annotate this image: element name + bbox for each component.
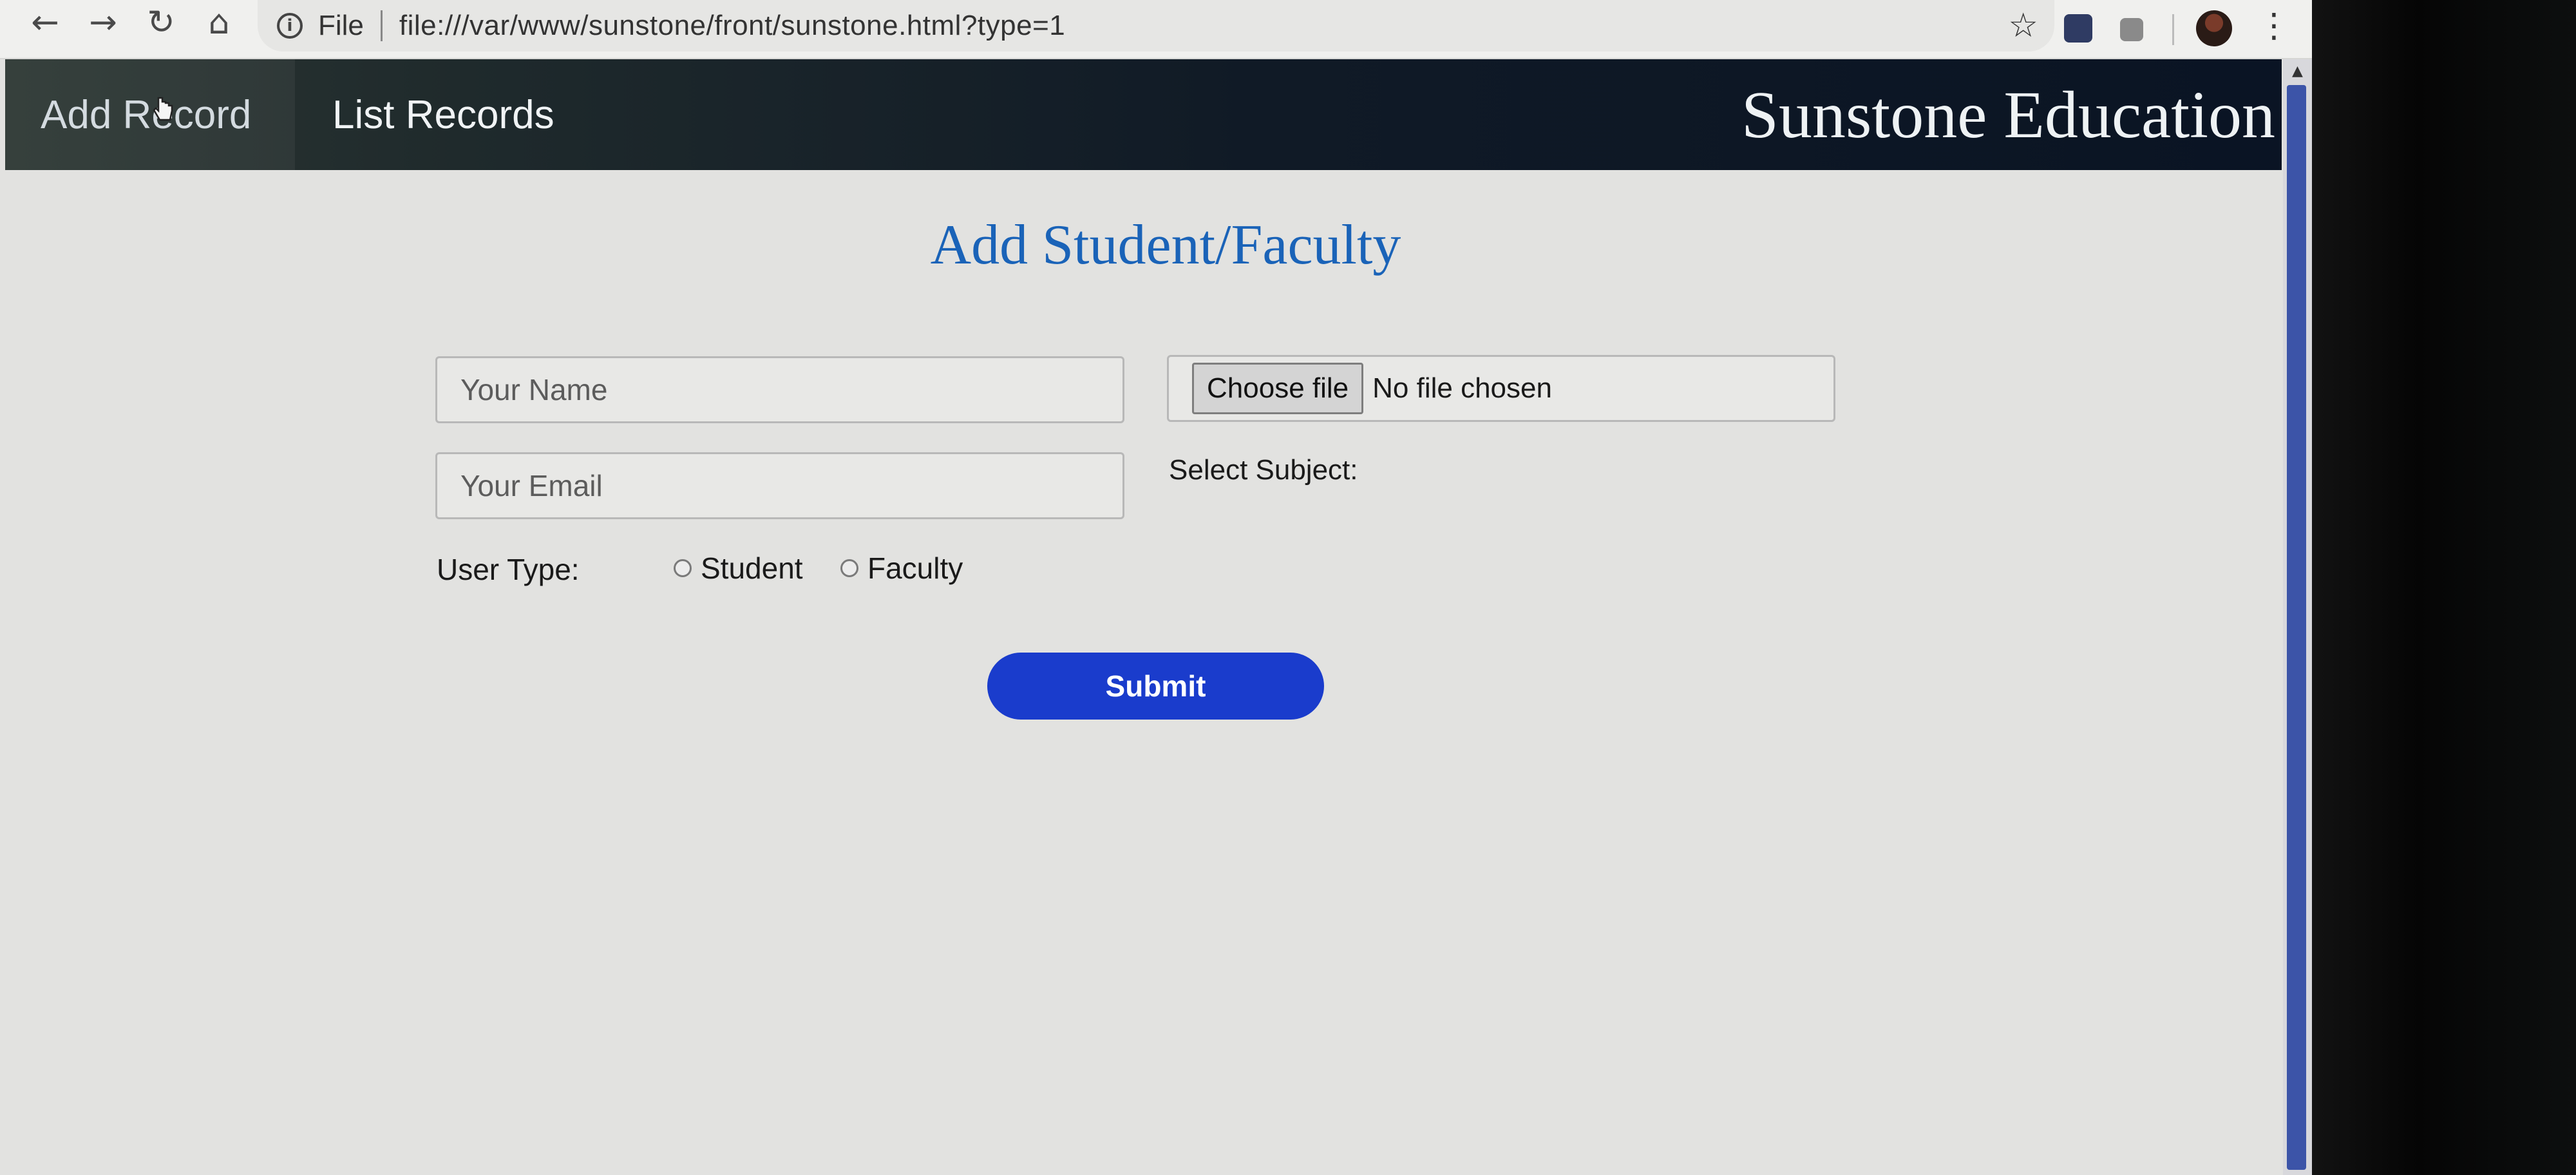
address-bar[interactable]: i File file:///var/www/sunstone/front/su… (258, 0, 2054, 52)
radio-student-circle[interactable] (674, 559, 692, 577)
nav-add-record[interactable]: Add Record (5, 59, 295, 170)
hand-cursor-icon (153, 97, 173, 121)
radio-faculty-circle[interactable] (840, 559, 858, 577)
forward-icon[interactable]: → (84, 0, 122, 45)
nav-list-records[interactable]: List Records (296, 59, 591, 170)
radio-student[interactable]: Student (674, 551, 803, 586)
site-header: Add Record List Records Sunstone Educati… (5, 59, 2282, 170)
monitor-screen: ← → ↻ ⌂ i File file:///var/www/sunstone/… (0, 0, 2312, 1175)
user-type-label: User Type: (437, 553, 580, 586)
scheme-label: File (318, 10, 364, 41)
select-subject-label: Select Subject: (1169, 454, 1358, 486)
extension-shield-icon[interactable] (2064, 14, 2092, 43)
page-title: Add Student/Faculty (930, 214, 1401, 276)
home-icon[interactable]: ⌂ (200, 0, 238, 45)
back-icon[interactable]: ← (26, 0, 64, 45)
browser-toolbar: ← → ↻ ⌂ i File file:///var/www/sunstone/… (0, 0, 2312, 59)
choose-file-button[interactable]: Choose file (1192, 363, 1364, 414)
scroll-up-arrow-icon[interactable]: ▲ (2283, 63, 2312, 82)
menu-icon[interactable]: ⋮ (2257, 6, 2291, 45)
extension-icon[interactable] (2120, 18, 2143, 41)
radio-student-label: Student (701, 551, 803, 585)
url-text[interactable]: file:///var/www/sunstone/front/sunstone.… (399, 10, 1065, 42)
file-upload-field[interactable]: Choose file No file chosen (1167, 355, 1835, 422)
name-input[interactable] (435, 356, 1124, 423)
bookmark-star-icon[interactable]: ☆ (2008, 6, 2038, 45)
profile-avatar[interactable] (2196, 10, 2232, 46)
email-input[interactable] (435, 452, 1124, 519)
file-status-text: No file chosen (1372, 372, 1552, 404)
radio-faculty[interactable]: Faculty (840, 551, 963, 586)
radio-faculty-label: Faculty (867, 551, 963, 585)
monitor-bezel (2312, 0, 2576, 1175)
toolbar-divider (2172, 14, 2174, 45)
submit-button[interactable]: Submit (987, 653, 1324, 720)
info-icon[interactable]: i (277, 13, 303, 39)
brand-title: Sunstone Education (1741, 77, 2275, 152)
reload-icon[interactable]: ↻ (142, 0, 180, 45)
omnibox-divider (380, 10, 383, 41)
